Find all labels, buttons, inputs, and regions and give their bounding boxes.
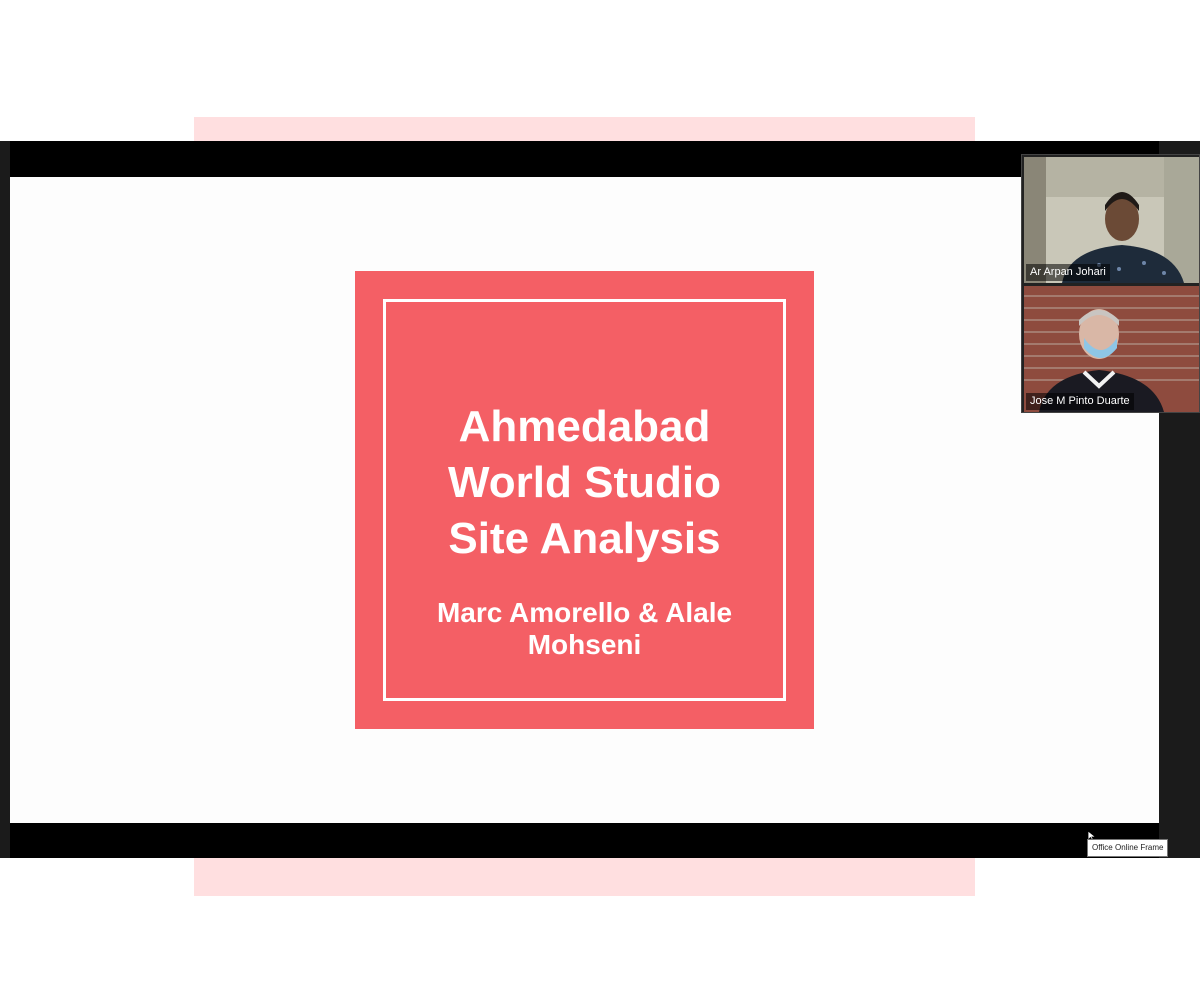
participant-name: Jose M Pinto Duarte: [1026, 393, 1134, 410]
participant-video-panel: Ar Arpan Johari Jose M Pinto Duarte: [1021, 154, 1200, 413]
presentation-slide: Ahmedabad World Studio Site Analysis Mar…: [10, 177, 1159, 823]
screen-share-area[interactable]: Ahmedabad World Studio Site Analysis Mar…: [10, 141, 1159, 858]
tooltip: Office Online Frame: [1087, 839, 1169, 857]
participant-name: Ar Arpan Johari: [1026, 264, 1110, 281]
title-card: Ahmedabad World Studio Site Analysis Mar…: [355, 271, 814, 729]
video-tile[interactable]: Ar Arpan Johari: [1024, 157, 1199, 283]
meeting-window: Ahmedabad World Studio Site Analysis Mar…: [0, 141, 1200, 858]
background-band-bottom: [194, 858, 975, 896]
background-band-top: [194, 117, 975, 141]
slide-authors: Marc Amorello & Alale Mohseni: [436, 597, 733, 660]
slide-title: Ahmedabad World Studio Site Analysis: [448, 402, 721, 563]
video-tile[interactable]: Jose M Pinto Duarte: [1024, 286, 1199, 412]
